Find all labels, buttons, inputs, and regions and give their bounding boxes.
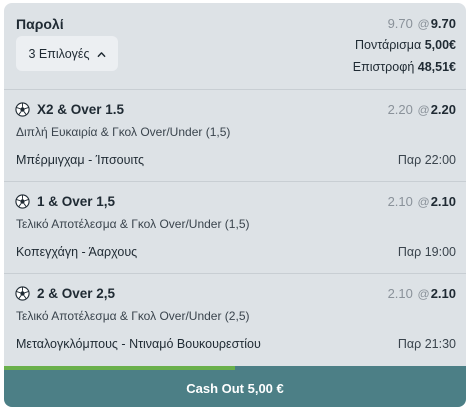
odds-at-symbol: @	[417, 17, 430, 31]
bet-leg: 2 & Over 2,5 2.10 @2.10 Τελικό Αποτέλεσμ…	[4, 273, 466, 365]
leg-odds-current: 2.10	[430, 286, 456, 301]
leg-odds: 2.10 @2.10	[388, 194, 456, 209]
chevron-up-icon	[97, 52, 105, 58]
return-label: Επιστροφή	[352, 60, 415, 74]
stake-line: Ποντάρισμα 5,00€	[355, 38, 456, 52]
leg-odds-current: 2.20	[430, 102, 456, 117]
leg-selection: X2 & Over 1.5	[37, 102, 125, 117]
leg-odds-current: 2.10	[430, 194, 456, 209]
cash-out-bar: Cash Out 5,00 €	[4, 366, 466, 407]
leg-odds-original: 2.20	[387, 102, 413, 117]
leg-odds: 2.20 @2.20	[388, 102, 456, 117]
return-line: Επιστροφή 48,51€	[353, 60, 456, 74]
odds-at-symbol: @	[417, 287, 430, 301]
total-odds-original: 9.70	[387, 16, 413, 31]
stake-value: 5,00€	[424, 38, 456, 52]
soccer-ball-icon	[15, 194, 30, 209]
leg-odds-original: 2.10	[387, 194, 413, 209]
leg-event[interactable]: Μεταλογκλόμπους - Ντιναμό Βουκουρεστίου	[16, 337, 261, 351]
bet-leg: X2 & Over 1.5 2.20 @2.20 Διπλή Ευκαιρία …	[4, 89, 466, 181]
total-odds-current: 9.70	[430, 16, 456, 31]
selections-count-label: 3 Επιλογές	[28, 46, 90, 61]
odds-at-symbol: @	[417, 103, 430, 117]
bet-type-title: Παρολί	[16, 16, 64, 32]
accumulator-header: Παρολί 3 Επιλογές 9.70 @9.70 Ποντάρισμα …	[4, 3, 466, 89]
leg-market: Τελικό Αποτέλεσμα & Γκολ Over/Under (2,5…	[16, 309, 250, 323]
leg-market: Τελικό Αποτέλεσμα & Γκολ Over/Under (1,5…	[16, 217, 250, 231]
leg-selection: 1 & Over 1,5	[37, 194, 116, 209]
leg-event[interactable]: Μπέρμιγχαμ - Ίπσουιτς	[16, 153, 144, 167]
cash-out-button[interactable]: Cash Out 5,00 €	[4, 370, 466, 407]
soccer-ball-icon	[15, 286, 30, 301]
soccer-ball-icon	[15, 102, 30, 117]
odds-at-symbol: @	[417, 195, 430, 209]
leg-odds: 2.10 @2.10	[388, 286, 456, 301]
return-value: 48,51€	[417, 60, 456, 74]
leg-time: Παρ 22:00	[397, 153, 456, 167]
leg-market: Διπλή Ευκαιρία & Γκολ Over/Under (1,5)	[16, 125, 231, 139]
total-odds: 9.70 @9.70	[388, 16, 456, 31]
bet-leg: 1 & Over 1,5 2.10 @2.10 Τελικό Αποτέλεσμ…	[4, 181, 466, 273]
leg-selection: 2 & Over 2,5	[37, 286, 116, 301]
leg-event[interactable]: Κοπεγχάγη - Άαρχους	[16, 245, 137, 259]
selections-toggle-button[interactable]: 3 Επιλογές	[16, 36, 118, 71]
stake-label: Ποντάρισμα	[354, 38, 422, 52]
leg-time: Παρ 21:30	[397, 337, 456, 351]
bet-slip-card: Παρολί 3 Επιλογές 9.70 @9.70 Ποντάρισμα …	[4, 3, 466, 407]
leg-odds-original: 2.10	[387, 286, 413, 301]
leg-time: Παρ 19:00	[397, 245, 456, 259]
